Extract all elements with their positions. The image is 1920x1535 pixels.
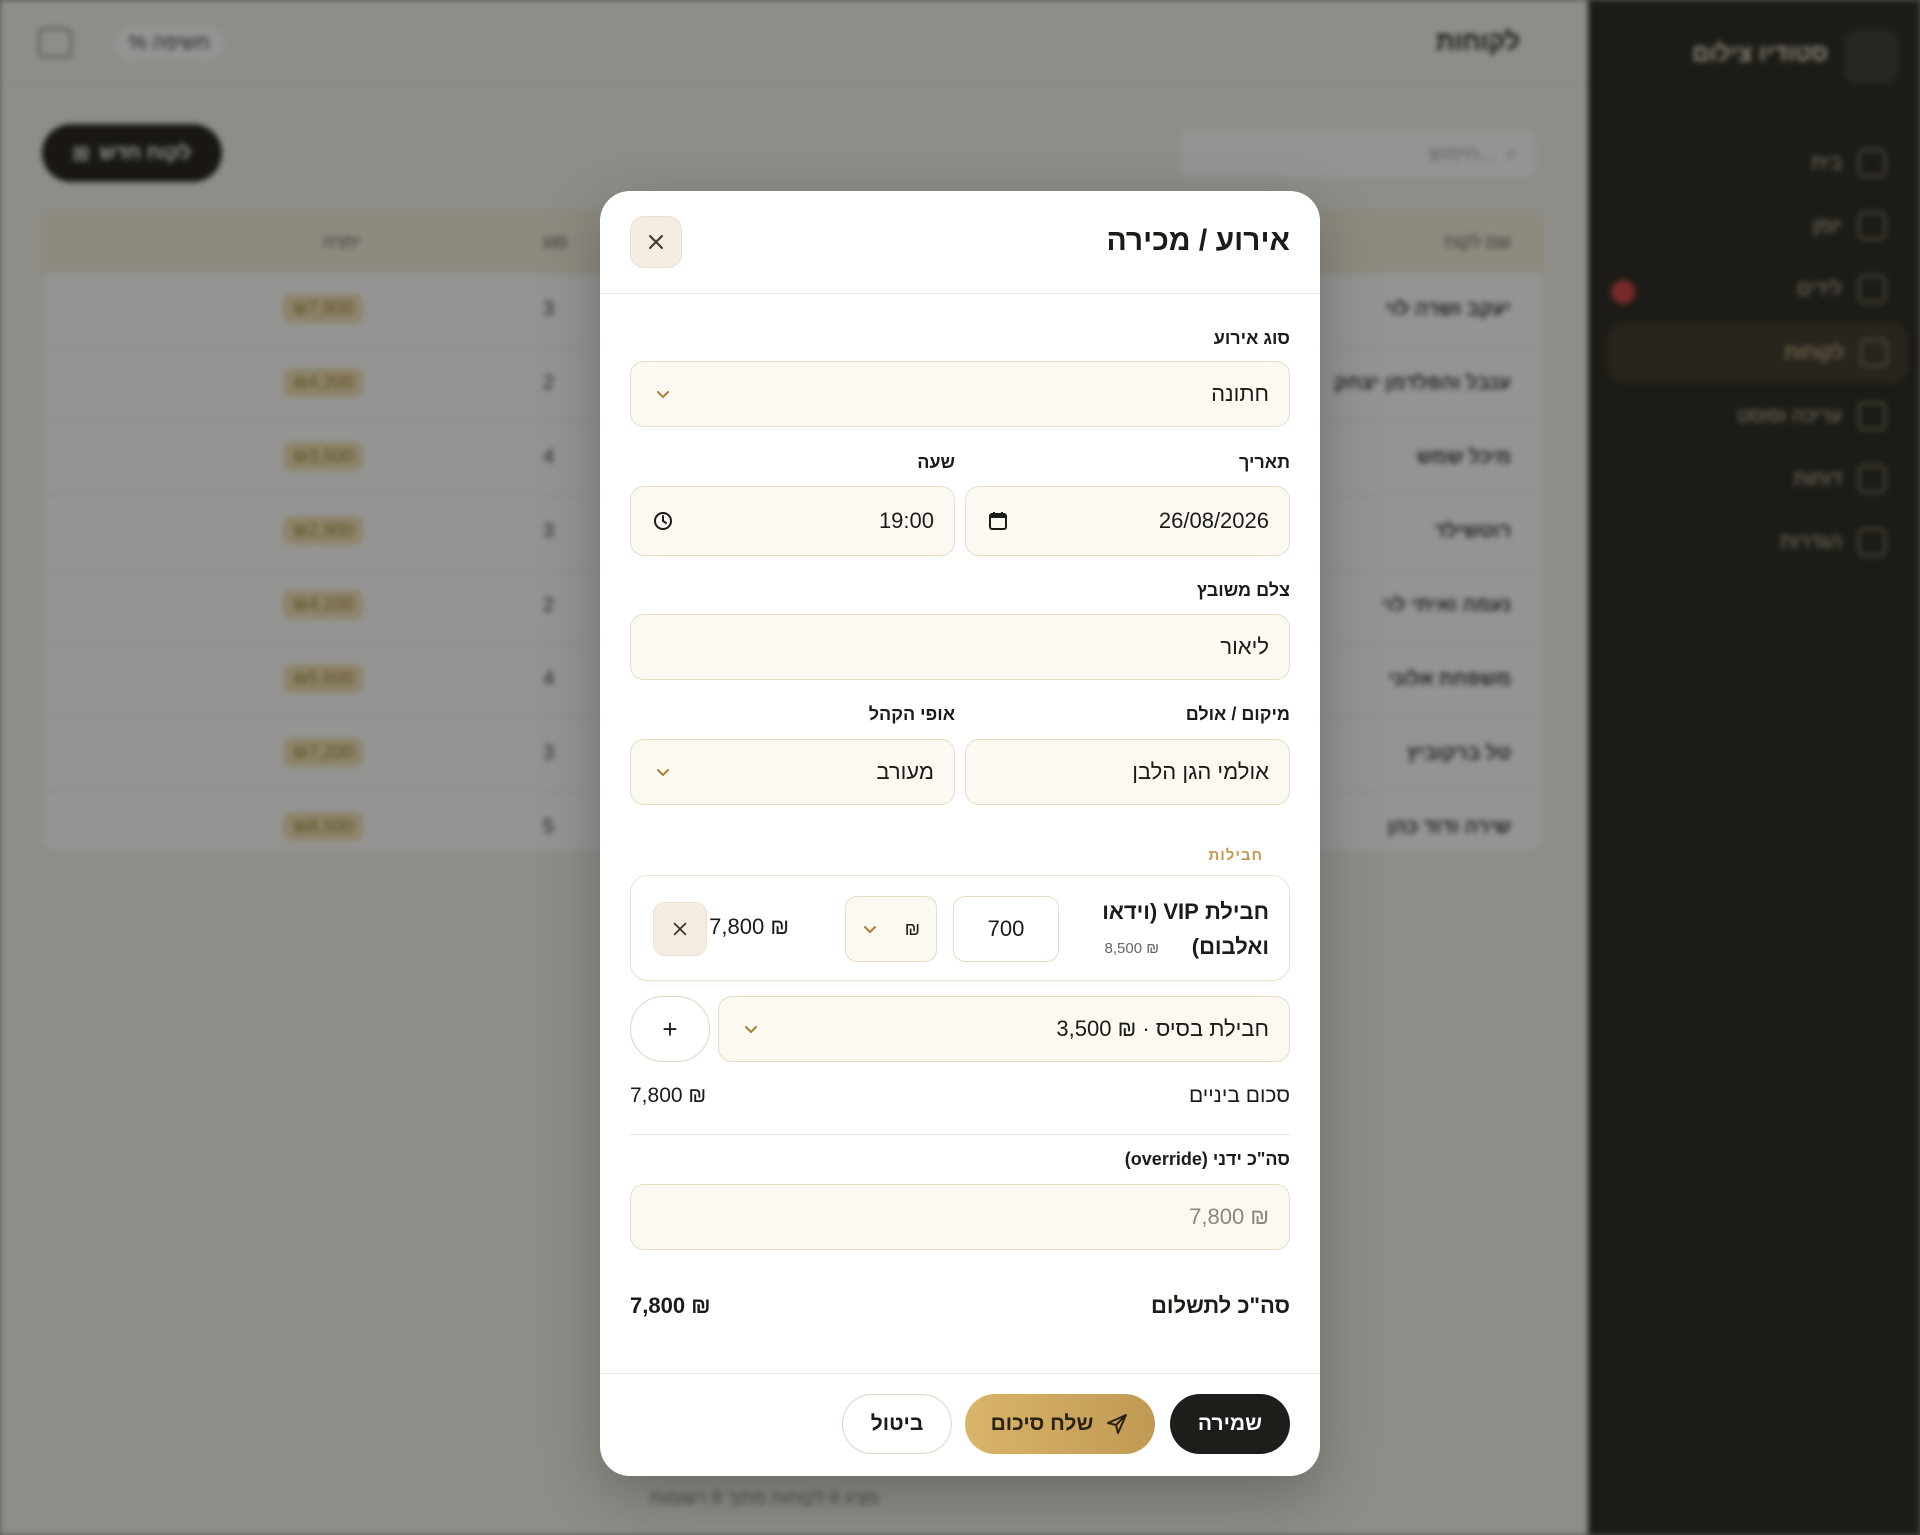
remove-package-button[interactable] (653, 902, 707, 956)
photographer-value: ליאור (1220, 634, 1269, 659)
modal-footer: שמירה שלח סיכום ביטול (600, 1373, 1320, 1476)
subtotal-value: ₪ 7,800 (630, 1084, 707, 1107)
photographer-label: צלם משובץ (1196, 580, 1290, 600)
time-value: 19:00 (878, 508, 934, 533)
close-icon (649, 235, 663, 249)
add-package-button[interactable]: + (630, 996, 710, 1062)
grand-total-label: סה"כ לתשלום (1151, 1293, 1290, 1318)
package-line-item: חבילת VIP (וידאו ואלבום) ₪ 8,500 700 ₪ ₪… (630, 875, 1290, 981)
venue-value: אולמי הגן הלבן (1132, 759, 1269, 784)
venue-input[interactable]: אולמי הגן הלבן (965, 739, 1290, 805)
package-base-price: ₪ 8,500 (1104, 940, 1159, 957)
packages-section-label: חבילות (1208, 847, 1263, 864)
calendar-icon[interactable] (986, 510, 1010, 532)
subtotal-label: סכום ביניים (1188, 1084, 1290, 1107)
time-input[interactable]: 19:00 (630, 486, 955, 556)
date-label: תאריך (1238, 452, 1290, 472)
close-icon (673, 922, 687, 936)
photographer-input[interactable]: ליאור (630, 614, 1290, 680)
event-type-select[interactable]: חתונה (630, 361, 1290, 427)
event-type-value: חתונה (1211, 381, 1269, 406)
audience-label: אופי הקהל (868, 704, 955, 724)
time-label: שעה (917, 452, 955, 472)
chevron-down-icon (864, 926, 876, 934)
cancel-label: ביטול (870, 1412, 924, 1435)
send-summary-label: שלח סיכום (990, 1412, 1094, 1435)
date-value: 26/08/2026 (1158, 508, 1269, 533)
send-icon (1107, 1414, 1128, 1434)
chevron-down-icon (651, 386, 675, 402)
modal-header: אירוע / מכירה (600, 191, 1320, 294)
currency-value: ₪ (904, 918, 920, 939)
event-sale-modal: אירוע / מכירה סוג אירוע חתונה תאריך 26/0… (600, 191, 1320, 1476)
close-button[interactable] (630, 216, 682, 268)
save-label: שמירה (1197, 1412, 1263, 1435)
grand-total-row: סה"כ לתשלום ₪ 7,800 (630, 1293, 1290, 1319)
save-button[interactable]: שמירה (1170, 1394, 1290, 1454)
package-name: חבילת VIP (וידאו ואלבום) (1102, 899, 1269, 959)
plus-icon: + (662, 1013, 678, 1044)
override-input[interactable]: ₪ 7,800 (630, 1184, 1290, 1250)
date-input[interactable]: 26/08/2026 (965, 486, 1290, 556)
chevron-down-icon (739, 1021, 763, 1037)
override-placeholder: ₪ 7,800 (1189, 1204, 1269, 1229)
divider (630, 1134, 1290, 1135)
event-type-label: סוג אירוע (1213, 328, 1290, 348)
subtotal-row: סכום ביניים ₪ 7,800 (630, 1084, 1290, 1108)
clock-icon[interactable] (651, 510, 675, 532)
audience-select[interactable]: מעורב (630, 739, 955, 805)
override-label: סה"כ ידני (override) (1124, 1149, 1290, 1169)
package-line-total: ₪ 7,800 (709, 914, 789, 939)
audience-value: מעורב (876, 759, 934, 784)
package-price-input[interactable]: 700 (953, 896, 1059, 962)
package-select[interactable]: חבילת בסיס · ₪ 3,500 (718, 996, 1290, 1062)
cancel-button[interactable]: ביטול (842, 1394, 952, 1454)
chevron-down-icon (651, 764, 675, 780)
send-summary-button[interactable]: שלח סיכום (965, 1394, 1155, 1454)
currency-select[interactable]: ₪ (845, 896, 937, 962)
package-select-value: חבילת בסיס · ₪ 3,500 (1056, 1016, 1269, 1041)
grand-total-value: ₪ 7,800 (630, 1293, 711, 1318)
venue-label: מיקום / אולם (1185, 704, 1290, 724)
modal-title: אירוע / מכירה (1106, 224, 1290, 257)
